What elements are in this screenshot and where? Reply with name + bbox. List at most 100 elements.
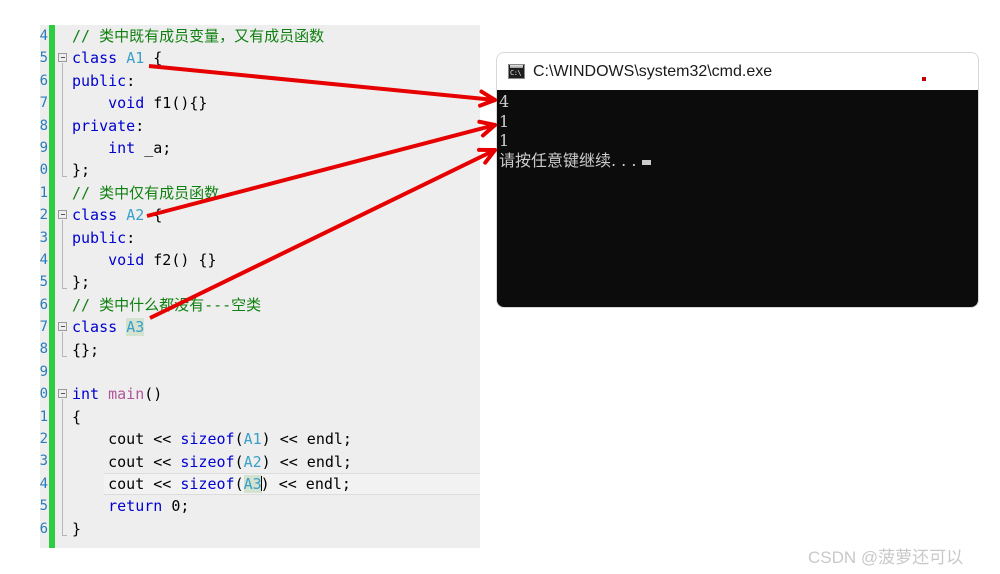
code-line[interactable]: int main() <box>72 383 162 405</box>
line-number: 1 <box>40 184 48 201</box>
code-editor-panel[interactable]: 4 5 6 7 8 9 0 1 2 3 4 5 6 7 8 9 0 1 2 3 4 5 6 // 类中既有成员变量，又有成员… <box>40 25 480 548</box>
console-title-text: C:\WINDOWS\system32\cmd.exe <box>533 62 773 80</box>
code-token: cout << <box>72 452 181 471</box>
console-output-text: 4 1 1 请按任意键继续. . . <box>497 90 978 170</box>
code-token: ) << endl; <box>261 430 352 449</box>
code-token: A3 <box>243 475 262 493</box>
line-number: 3 <box>40 453 48 470</box>
code-token: A1 <box>126 49 145 68</box>
code-token: }; <box>72 161 91 180</box>
code-token: f1(){} <box>153 94 208 113</box>
code-token: public <box>72 228 127 247</box>
line-number: 5 <box>40 498 48 515</box>
line-number: 9 <box>40 363 48 380</box>
code-token: class <box>72 49 127 68</box>
line-number: 6 <box>40 296 48 313</box>
code-token: : <box>126 228 136 247</box>
cmd-icon-prompt-text: C:\ <box>510 69 522 77</box>
code-line[interactable]: cout << sizeof(A1) << endl; <box>72 428 352 450</box>
line-number: 2 <box>40 207 48 224</box>
code-line[interactable]: } <box>72 518 81 540</box>
fold-guide-line <box>62 399 67 537</box>
code-token: private <box>72 116 136 135</box>
fold-guide-line <box>62 63 67 178</box>
code-token: A2 <box>126 206 145 225</box>
code-token: public <box>72 71 127 90</box>
code-line[interactable]: public: <box>72 227 135 249</box>
code-line[interactable]: private: <box>72 115 144 137</box>
line-number: 5 <box>40 274 48 291</box>
console-output-line: 4 <box>499 92 510 111</box>
code-line[interactable]: { <box>72 406 81 428</box>
code-token: sizeof <box>180 475 235 493</box>
line-number: 2 <box>40 431 48 448</box>
line-number: 0 <box>40 162 48 179</box>
code-line[interactable]: class A3 <box>72 316 145 338</box>
code-line[interactable]: int _a; <box>72 137 171 159</box>
code-token: A3 <box>126 318 145 337</box>
code-line[interactable]: }; <box>72 159 90 181</box>
code-token: () <box>144 385 163 404</box>
fold-toggle-box[interactable] <box>58 53 67 63</box>
code-line[interactable]: // 类中既有成员变量，又有成员函数 <box>72 25 324 47</box>
code-token: void <box>108 251 154 269</box>
code-line[interactable]: {}; <box>72 339 99 361</box>
fold-toggle-box[interactable] <box>58 322 67 332</box>
line-number: 0 <box>40 386 48 403</box>
console-output-area[interactable]: 4 1 1 请按任意键继续. . . <box>497 90 978 307</box>
code-line[interactable]: public: <box>72 70 135 92</box>
line-number: 7 <box>40 95 48 112</box>
code-token: sizeof <box>180 430 235 449</box>
code-line[interactable]: // 类中什么都没有---空类 <box>72 294 261 316</box>
code-folding-gutter[interactable] <box>55 25 72 548</box>
code-token: class <box>72 206 127 225</box>
code-token: ( <box>234 430 244 449</box>
console-output-line: 请按任意键继续. . . <box>499 151 978 171</box>
code-token: : <box>126 71 136 90</box>
code-token: { <box>72 407 82 426</box>
code-token: int <box>72 385 109 404</box>
code-token: void <box>108 94 154 113</box>
code-line[interactable]: class A2 { <box>72 204 162 226</box>
code-token: f2() {} <box>153 251 217 269</box>
code-line[interactable]: cout << sizeof(A2) << endl; <box>72 451 352 473</box>
console-title-bar[interactable]: C:\ C:\WINDOWS\system32\cmd.exe <box>497 53 978 90</box>
code-token: {}; <box>72 340 100 359</box>
fold-toggle-box[interactable] <box>58 389 67 399</box>
line-number: 4 <box>40 251 48 268</box>
code-line[interactable]: return 0; <box>72 495 189 517</box>
watermark: CSDN @菠萝还可以 <box>808 548 964 567</box>
code-line[interactable]: class A1 { <box>72 47 162 69</box>
code-token: } <box>72 519 82 538</box>
console-output-line: 1 <box>499 111 510 131</box>
code-token: A2 <box>243 452 262 471</box>
line-number: 8 <box>40 117 48 134</box>
code-line[interactable]: }; <box>72 271 90 293</box>
console-caret <box>642 159 652 165</box>
fold-toggle-box[interactable] <box>58 210 67 220</box>
line-number: 4 <box>40 475 48 492</box>
code-token: sizeof <box>180 452 235 471</box>
code-line[interactable]: void f1(){} <box>72 92 207 114</box>
title-bar-red-dot <box>922 77 926 81</box>
code-line[interactable]: void f2() {} <box>72 249 217 271</box>
console-window[interactable]: C:\ C:\WINDOWS\system32\cmd.exe 4 1 1 请按任意键… <box>497 53 978 307</box>
code-token: ) << endl; <box>260 475 351 493</box>
line-number: 4 <box>40 28 48 44</box>
code-text-area[interactable]: // 类中既有成员变量，又有成员函数 class A1 {public: void… <box>72 25 480 548</box>
console-output-line: 1 <box>499 131 510 150</box>
code-token: A1 <box>243 430 262 449</box>
code-token: int <box>108 139 145 157</box>
line-number: 9 <box>40 139 48 156</box>
code-token: // 类中仅有成员函数 <box>72 183 220 202</box>
code-token: _a; <box>144 139 172 157</box>
line-number: 5 <box>40 50 48 67</box>
line-number-gutter: 4 5 6 7 8 9 0 1 2 3 4 5 6 7 8 9 0 1 2 3 4 5 6 <box>40 25 49 548</box>
line-number: 7 <box>40 319 48 336</box>
code-line[interactable]: cout << sizeof(A3) << endl; <box>72 473 351 495</box>
code-line[interactable]: // 类中仅有成员函数 <box>72 182 219 204</box>
code-token: ( <box>234 475 244 493</box>
